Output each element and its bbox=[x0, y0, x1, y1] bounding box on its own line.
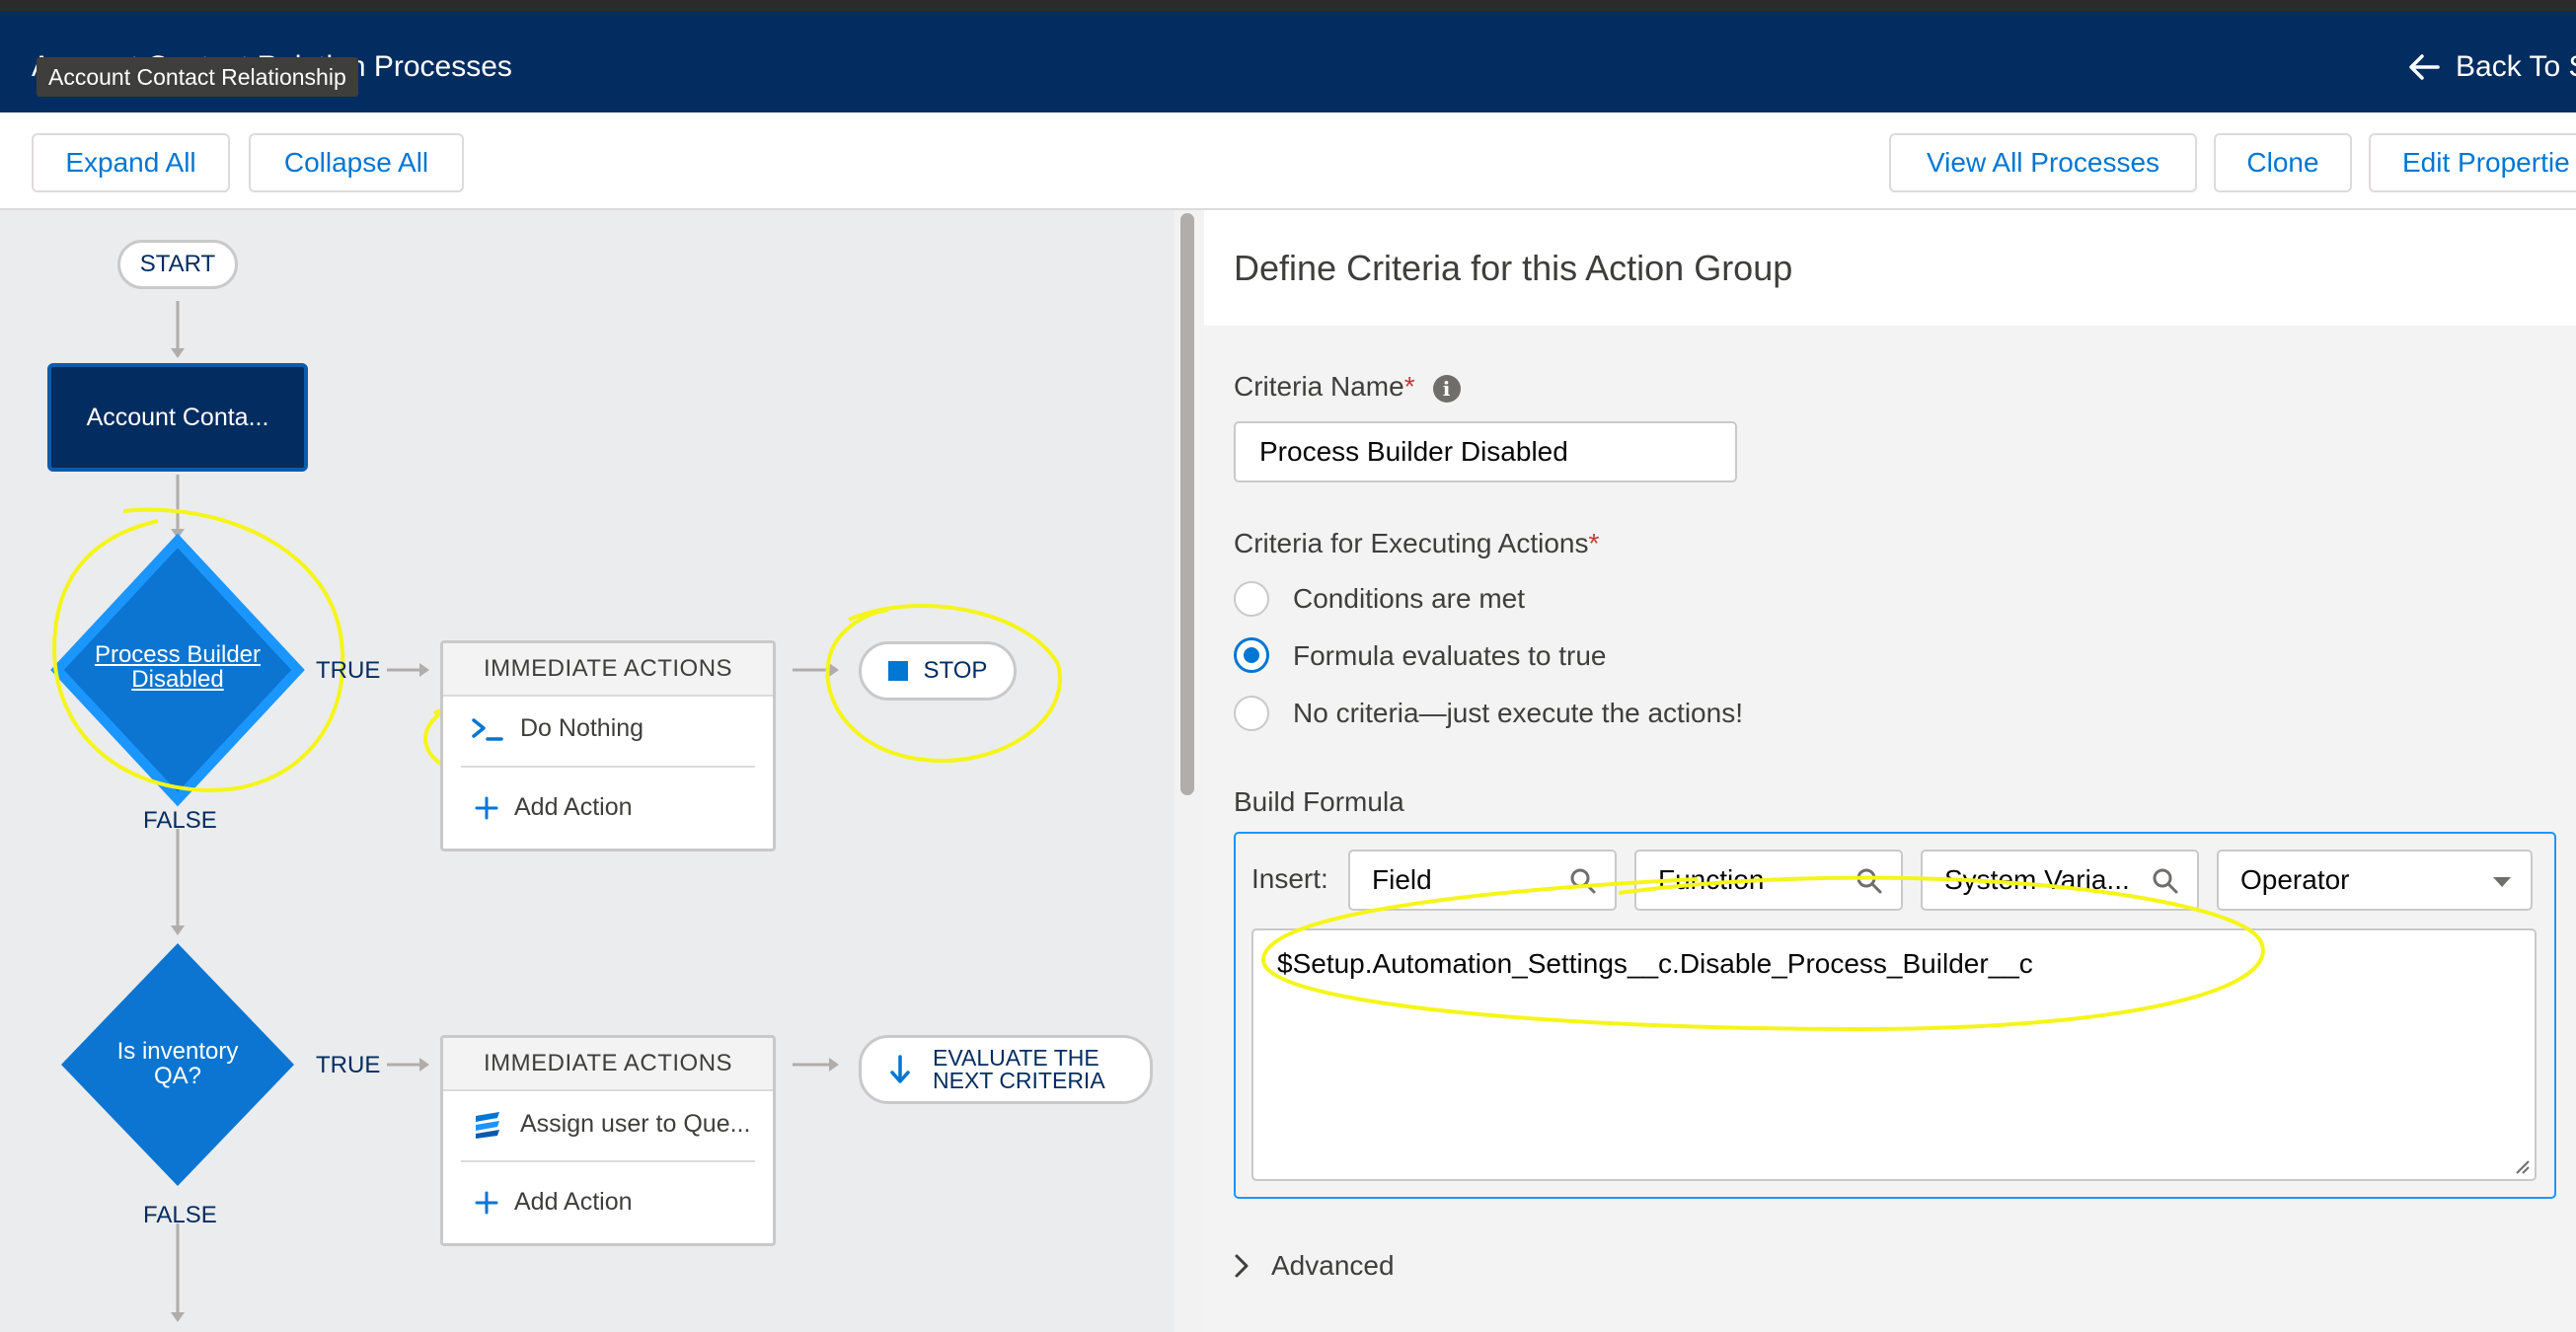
criteria-1-label-line1: Process Builder bbox=[94, 641, 262, 668]
system-variable-lookup[interactable]: System Varia... bbox=[1921, 850, 2199, 911]
toolbar: Expand All Collapse All View All Process… bbox=[0, 112, 2576, 210]
search-icon bbox=[1856, 868, 1882, 894]
false-label-1: FALSE bbox=[143, 807, 217, 834]
advanced-label: Advanced bbox=[1271, 1250, 1395, 1281]
plus-icon bbox=[475, 1191, 498, 1214]
evaluate-line2: NEXT CRITERIA bbox=[933, 1068, 1105, 1093]
criteria-1-label-line2: Disabled bbox=[131, 666, 224, 693]
back-label: Back To S bbox=[2456, 50, 2576, 83]
radio-no-criteria-label: No criteria—just execute the actions! bbox=[1293, 698, 1743, 728]
search-icon bbox=[2153, 868, 2178, 894]
object-node-label: Account Conta... bbox=[86, 403, 269, 431]
add-action-label-1: Add Action bbox=[514, 793, 633, 821]
criteria-panel: Define Criteria for this Action Group Cr… bbox=[1204, 210, 2576, 1332]
formula-builder: Insert: Field Function System Varia... O… bbox=[1234, 832, 2556, 1199]
card-divider-1 bbox=[461, 766, 755, 768]
insert-label: Insert: bbox=[1251, 863, 1328, 894]
formula-text: $Setup.Automation_Settings__c.Disable_Pr… bbox=[1277, 948, 2033, 979]
immediate-actions-header-1: IMMEDIATE ACTIONS bbox=[443, 643, 773, 697]
clone-button[interactable]: Clone bbox=[2214, 133, 2352, 192]
title-tooltip: Account Contact Relationship bbox=[37, 57, 358, 97]
start-node: START bbox=[117, 240, 238, 289]
immediate-actions-card-1: IMMEDIATE ACTIONS Do Nothing Add Action bbox=[440, 640, 776, 851]
radio-formula-true-label: Formula evaluates to true bbox=[1293, 640, 1607, 671]
immediate-actions-card-2: IMMEDIATE ACTIONS Assign user to Que... … bbox=[440, 1035, 776, 1246]
stop-node: STOP bbox=[859, 641, 1017, 701]
evaluate-next-node: EVALUATE THE NEXT CRITERIA bbox=[859, 1035, 1153, 1104]
required-mark: * bbox=[1403, 371, 1415, 402]
info-icon[interactable]: i bbox=[1432, 374, 1461, 403]
true-label-2: TRUE bbox=[316, 1052, 381, 1078]
back-link[interactable]: Back To S bbox=[2408, 50, 2576, 84]
operator-text: Operator bbox=[2240, 864, 2350, 895]
radio-conditions-met-label: Conditions are met bbox=[1293, 583, 1526, 614]
criteria-2-label-line1: Is inventory bbox=[116, 1038, 239, 1065]
window-top-strip bbox=[0, 0, 2576, 11]
queue-icon bbox=[476, 1112, 499, 1139]
executing-actions-text: Criteria for Executing Actions bbox=[1234, 528, 1589, 558]
criteria-2-label[interactable]: Is inventory QA? bbox=[79, 1039, 276, 1088]
collapse-all-button[interactable]: Collapse All bbox=[249, 133, 464, 192]
function-lookup-text: Function bbox=[1658, 864, 1765, 895]
arrow-left-icon bbox=[2409, 54, 2440, 80]
radio-no-criteria[interactable] bbox=[1234, 696, 1269, 731]
canvas-scroll-thumb[interactable] bbox=[1180, 213, 1194, 795]
add-action-button-1[interactable]: Add Action bbox=[475, 793, 633, 822]
criteria-name-input[interactable]: Process Builder Disabled bbox=[1234, 421, 1737, 482]
function-lookup[interactable]: Function bbox=[1634, 850, 1903, 911]
criteria-name-label: Criteria Name* i bbox=[1234, 371, 1461, 403]
add-action-label-2: Add Action bbox=[514, 1188, 633, 1216]
required-mark: * bbox=[1588, 528, 1600, 558]
evaluate-line1: EVALUATE THE bbox=[933, 1045, 1099, 1071]
immediate-actions-header-2: IMMEDIATE ACTIONS bbox=[443, 1038, 773, 1091]
criteria-1-label[interactable]: Process Builder Disabled bbox=[79, 642, 276, 692]
process-canvas: START Account Conta... Process Builder D… bbox=[0, 210, 1174, 1332]
plus-icon bbox=[475, 796, 498, 819]
chevron-right-icon bbox=[1235, 1254, 1249, 1278]
system-variable-text: System Varia... bbox=[1944, 864, 2130, 895]
criteria-name-text: Criteria Name bbox=[1234, 371, 1404, 402]
advanced-toggle[interactable]: Advanced bbox=[1234, 1250, 1395, 1282]
header-bar: Account Contact Relation Processes Accou… bbox=[0, 11, 2576, 112]
resize-handle-icon[interactable] bbox=[2513, 1157, 2531, 1175]
expand-all-button[interactable]: Expand All bbox=[32, 133, 230, 192]
evaluate-next-text: EVALUATE THE NEXT CRITERIA bbox=[933, 1047, 1105, 1092]
object-node[interactable]: Account Conta... bbox=[47, 363, 308, 472]
action-assign-user[interactable]: Assign user to Que... bbox=[471, 1109, 750, 1139]
search-icon bbox=[1570, 868, 1596, 894]
action-label-2: Assign user to Que... bbox=[520, 1109, 751, 1138]
true-label-1: TRUE bbox=[316, 657, 381, 684]
panel-header: Define Criteria for this Action Group bbox=[1204, 210, 2576, 326]
card-divider-2 bbox=[461, 1160, 755, 1162]
build-formula-label: Build Formula bbox=[1234, 786, 1404, 817]
caret-down-icon bbox=[2493, 877, 2511, 887]
operator-select[interactable]: Operator bbox=[2217, 850, 2533, 911]
false-label-2: FALSE bbox=[143, 1202, 217, 1228]
terminal-icon bbox=[472, 717, 503, 741]
formula-textarea[interactable]: $Setup.Automation_Settings__c.Disable_Pr… bbox=[1251, 928, 2537, 1181]
add-action-button-2[interactable]: Add Action bbox=[475, 1188, 633, 1217]
stop-label: STOP bbox=[923, 657, 988, 684]
radio-conditions-met[interactable] bbox=[1234, 581, 1269, 617]
view-all-processes-button[interactable]: View All Processes bbox=[1889, 133, 2197, 192]
stop-icon bbox=[887, 661, 908, 681]
action-label-1: Do Nothing bbox=[520, 714, 644, 742]
arrow-down-icon bbox=[890, 1055, 910, 1083]
field-lookup[interactable]: Field bbox=[1348, 850, 1617, 911]
criteria-2-label-line2: QA? bbox=[153, 1063, 202, 1089]
edit-properties-button[interactable]: Edit Propertie bbox=[2369, 133, 2576, 192]
action-do-nothing[interactable]: Do Nothing bbox=[471, 714, 644, 743]
radio-formula-true[interactable] bbox=[1234, 637, 1269, 673]
panel-title: Define Criteria for this Action Group bbox=[1234, 248, 1793, 288]
field-lookup-text: Field bbox=[1372, 864, 1432, 895]
executing-actions-label: Criteria for Executing Actions* bbox=[1234, 528, 1599, 559]
